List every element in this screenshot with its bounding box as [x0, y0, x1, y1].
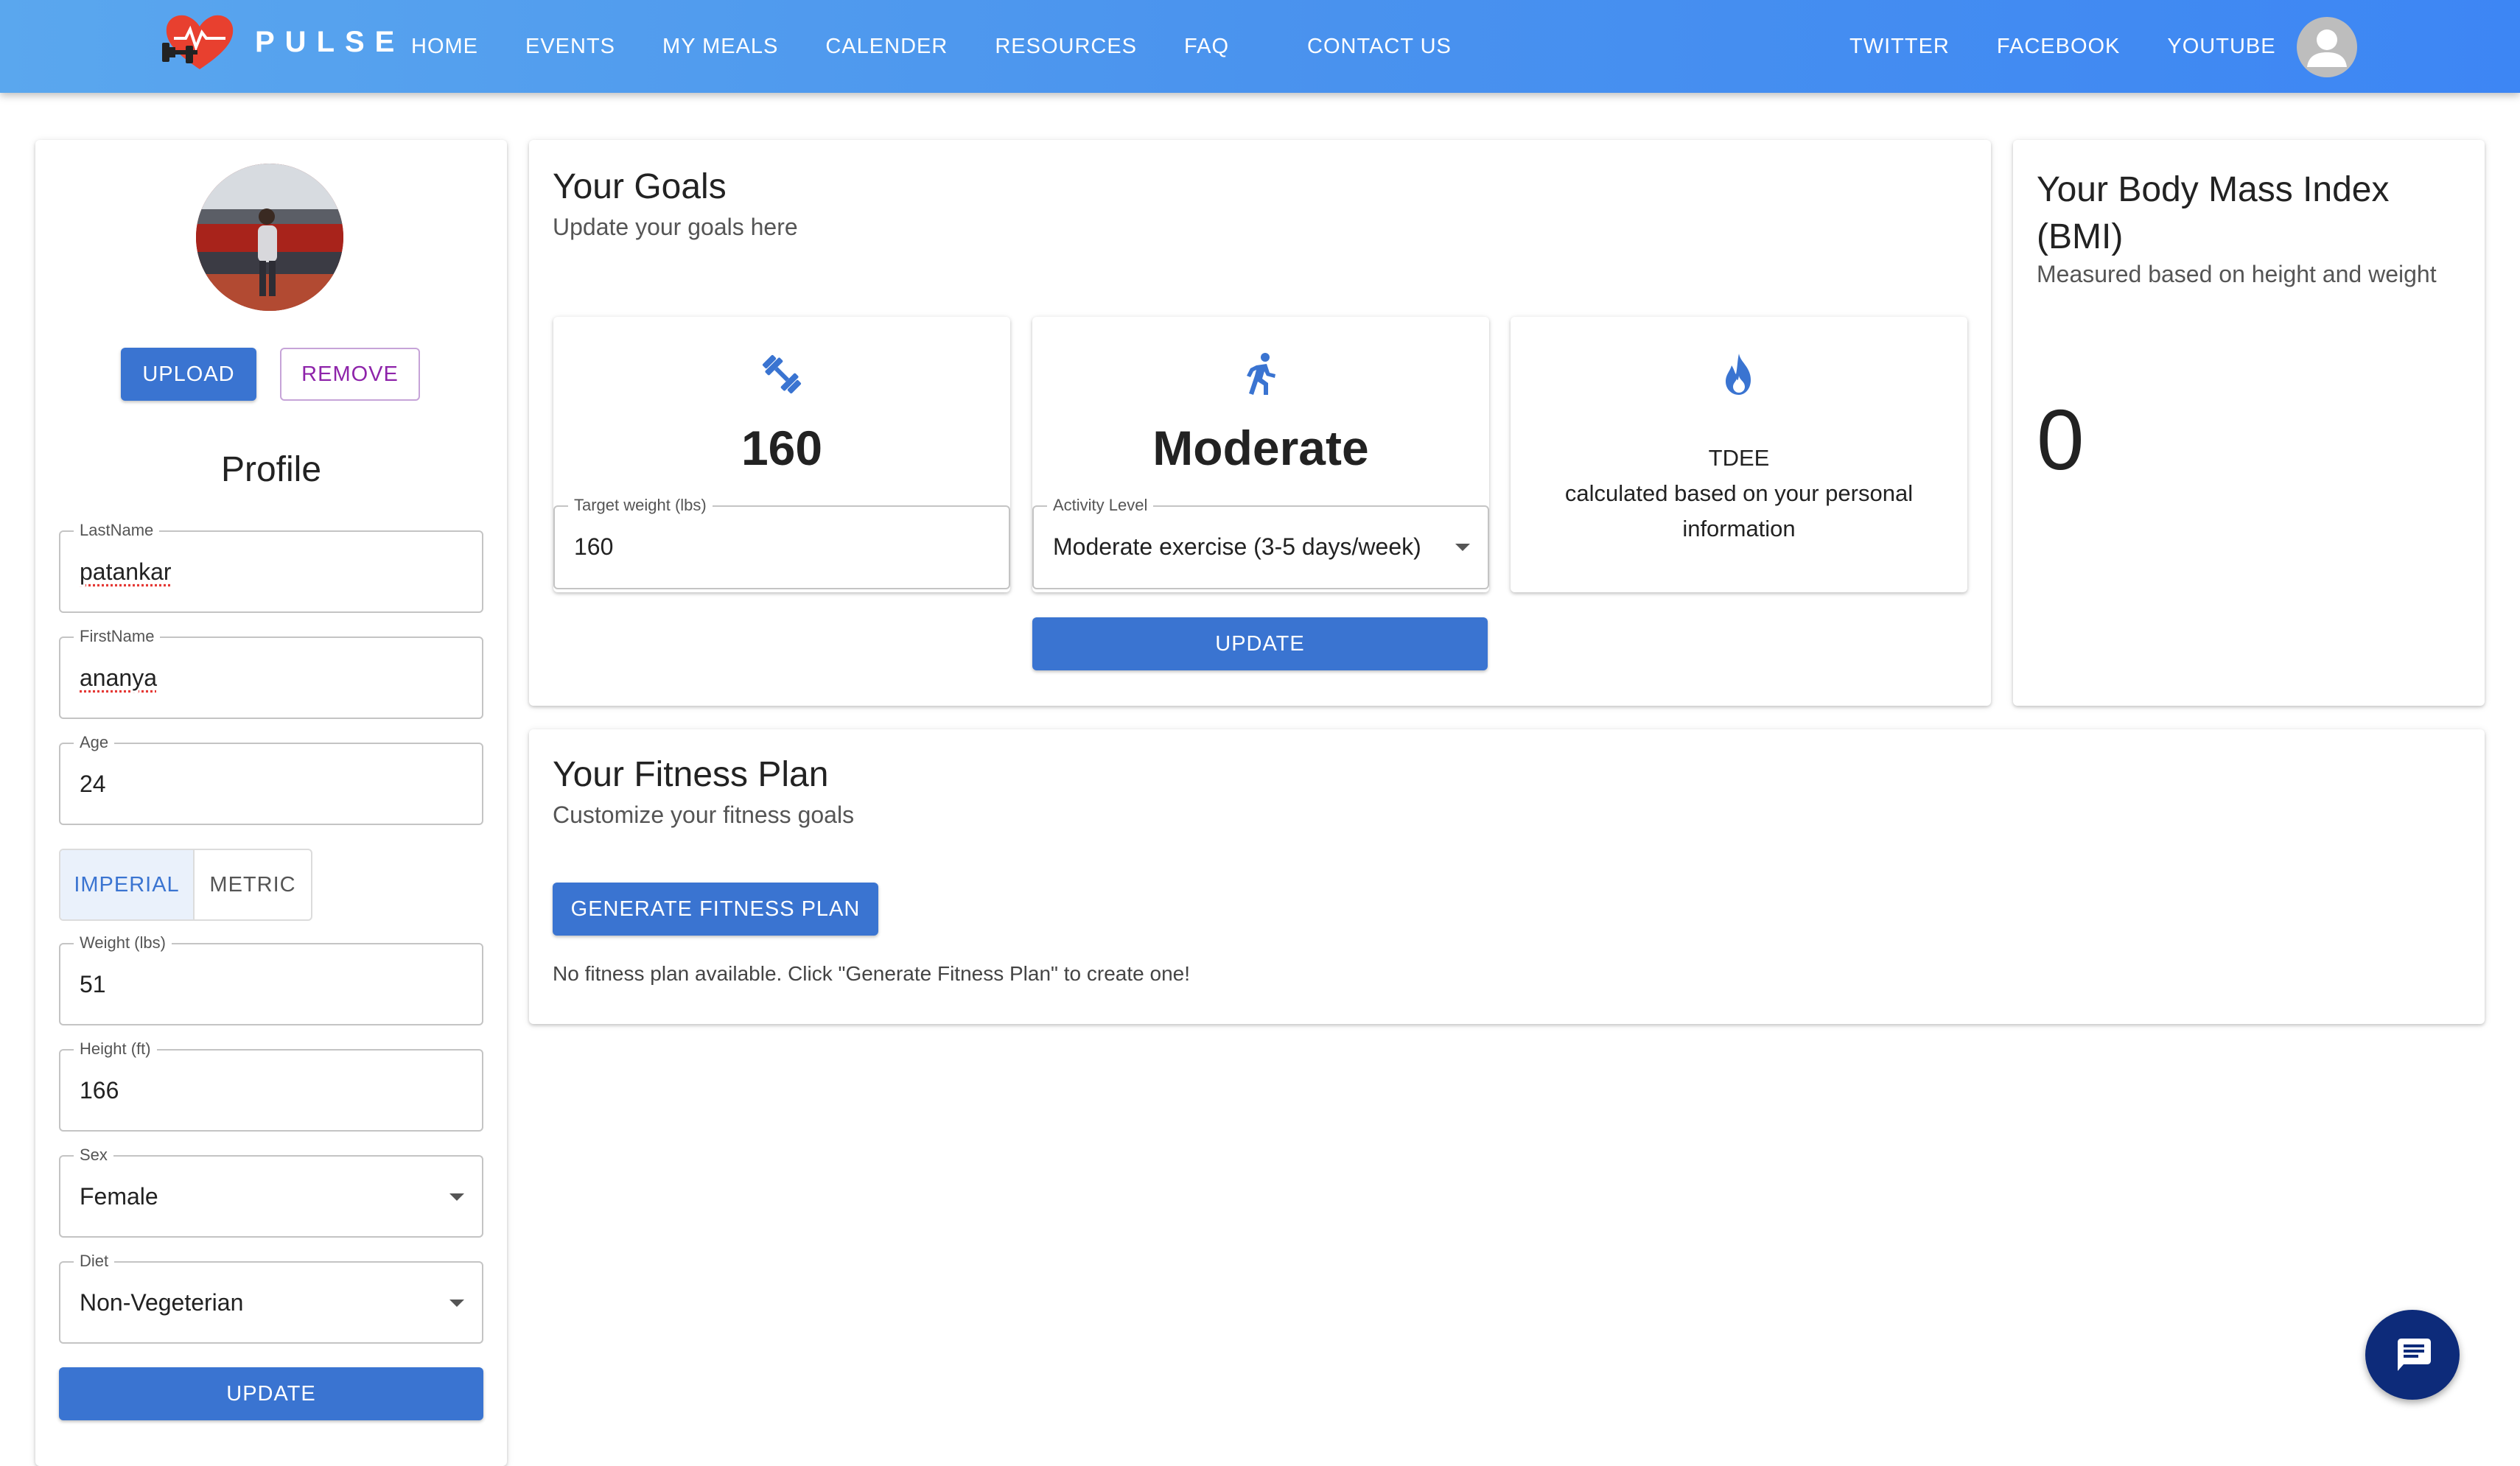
nav-my-meals[interactable]: MY MEALS: [662, 35, 778, 59]
fitness-plan-subtitle: Customize your fitness goals: [553, 802, 855, 828]
age-value: 24: [80, 771, 106, 797]
chat-icon: [2398, 1339, 2431, 1371]
nav-youtube[interactable]: YOUTUBE: [2167, 35, 2275, 59]
goals-subtitle: Update your goals here: [553, 214, 798, 240]
upload-photo-button[interactable]: UPLOAD: [121, 348, 256, 401]
first-name-field[interactable]: FirstName ananya: [59, 627, 483, 719]
fitness-plan-message: No fitness plan available. Click "Genera…: [553, 962, 1190, 985]
target-weight-box: 160 Target weight (lbs) 160: [553, 317, 1010, 592]
heart-dumbbell-logo-icon: [162, 15, 234, 69]
nav-home[interactable]: HOME: [411, 35, 478, 59]
tdee-box: TDEE calculated based on your personal i…: [1511, 317, 1967, 592]
nav-faq[interactable]: FAQ: [1184, 35, 1229, 59]
caret-down-icon: [449, 1193, 464, 1201]
nav-links: HOME EVENTS MY MEALS CALENDER RESOURCES …: [411, 0, 1499, 93]
activity-level-value: Moderate exercise (3-5 days/week): [1053, 533, 1421, 560]
brand[interactable]: PULSE: [161, 10, 405, 74]
diet-label: Diet: [74, 1252, 115, 1271]
running-icon: [1247, 353, 1275, 395]
flame-icon: [1726, 354, 1751, 395]
target-weight-display: 160: [741, 421, 823, 475]
caret-down-icon: [449, 1300, 464, 1307]
tdee-description: calculated based on your personal inform…: [1564, 480, 1914, 541]
metric-toggle-button[interactable]: METRIC: [195, 850, 311, 919]
social-links: TWITTER FACEBOOK YOUTUBE: [1849, 0, 2323, 93]
bmi-card: Your Body Mass Index (BMI) Measured base…: [2013, 140, 2485, 706]
target-weight-input[interactable]: Target weight (lbs) 160: [553, 496, 1010, 589]
nav-resources[interactable]: RESOURCES: [995, 35, 1137, 59]
weight-value: 51: [80, 971, 106, 997]
profile-photo-image: [196, 164, 343, 311]
activity-level-select[interactable]: Activity Level Moderate exercise (3-5 da…: [1032, 496, 1489, 589]
height-field[interactable]: Height (ft) 166: [59, 1039, 483, 1132]
last-name-label: LastName: [74, 521, 160, 540]
goals-card: Your Goals Update your goals here 160 Ta…: [529, 140, 1991, 706]
fitness-plan-title: Your Fitness Plan: [553, 755, 829, 794]
profile-title: Profile: [220, 450, 322, 489]
dumbbell-icon: [762, 354, 802, 394]
tdee-text: TDEE calculated based on your personal i…: [1533, 441, 1945, 547]
sex-value: Female: [80, 1183, 158, 1210]
nav-facebook[interactable]: FACEBOOK: [1997, 35, 2121, 59]
user-icon: [2307, 29, 2347, 67]
nav-twitter[interactable]: TWITTER: [1849, 35, 1950, 59]
profile-card: UPLOAD REMOVE Profile LastName patankar …: [35, 140, 507, 1466]
bmi-title: Your Body Mass Index (BMI): [2037, 170, 2390, 256]
activity-level-label: Activity Level: [1047, 496, 1154, 515]
weight-field[interactable]: Weight (lbs) 51: [59, 933, 483, 1025]
diet-select[interactable]: Diet Non-Vegeterian: [59, 1252, 483, 1344]
unit-toggle: IMPERIAL METRIC: [59, 849, 312, 921]
chat-button[interactable]: [2365, 1310, 2460, 1400]
profile-photo: [196, 164, 343, 311]
weight-label: Weight (lbs): [74, 933, 172, 953]
fitness-plan-card: Your Fitness Plan Customize your fitness…: [529, 729, 2485, 1024]
activity-level-display: Moderate: [1152, 421, 1369, 475]
bmi-value: 0: [2037, 392, 2085, 488]
brand-name: PULSE: [255, 25, 405, 58]
target-weight-value: 160: [574, 533, 614, 560]
age-label: Age: [74, 733, 115, 752]
sex-label: Sex: [74, 1146, 113, 1165]
remove-photo-button[interactable]: REMOVE: [280, 348, 420, 401]
generate-fitness-plan-button[interactable]: GENERATE FITNESS PLAN: [553, 883, 878, 936]
account-avatar[interactable]: [2297, 17, 2357, 77]
nav-contact-us[interactable]: CONTACT US: [1307, 35, 1452, 59]
last-name-field[interactable]: LastName patankar: [59, 521, 483, 613]
bmi-subtitle: Measured based on height and weight: [2037, 261, 2437, 287]
last-name-value: patankar: [80, 558, 172, 585]
imperial-toggle-button[interactable]: IMPERIAL: [60, 850, 195, 919]
height-label: Height (ft): [74, 1039, 157, 1059]
tdee-title: TDEE: [1708, 445, 1770, 471]
profile-update-button[interactable]: UPDATE: [59, 1367, 483, 1420]
age-field[interactable]: Age 24: [59, 733, 483, 825]
sex-select[interactable]: Sex Female: [59, 1146, 483, 1238]
target-weight-label: Target weight (lbs): [568, 496, 713, 515]
nav-calender[interactable]: CALENDER: [825, 35, 948, 59]
caret-down-icon: [1455, 544, 1470, 551]
activity-level-box: Moderate Activity Level Moderate exercis…: [1032, 317, 1489, 592]
goals-update-button[interactable]: UPDATE: [1032, 617, 1488, 670]
first-name-value: ananya: [80, 664, 157, 691]
top-navbar: PULSE HOME EVENTS MY MEALS CALENDER RESO…: [0, 0, 2520, 93]
first-name-label: FirstName: [74, 627, 161, 646]
nav-events[interactable]: EVENTS: [525, 35, 615, 59]
diet-value: Non-Vegeterian: [80, 1289, 244, 1316]
height-value: 166: [80, 1077, 119, 1104]
goals-title: Your Goals: [553, 167, 727, 206]
